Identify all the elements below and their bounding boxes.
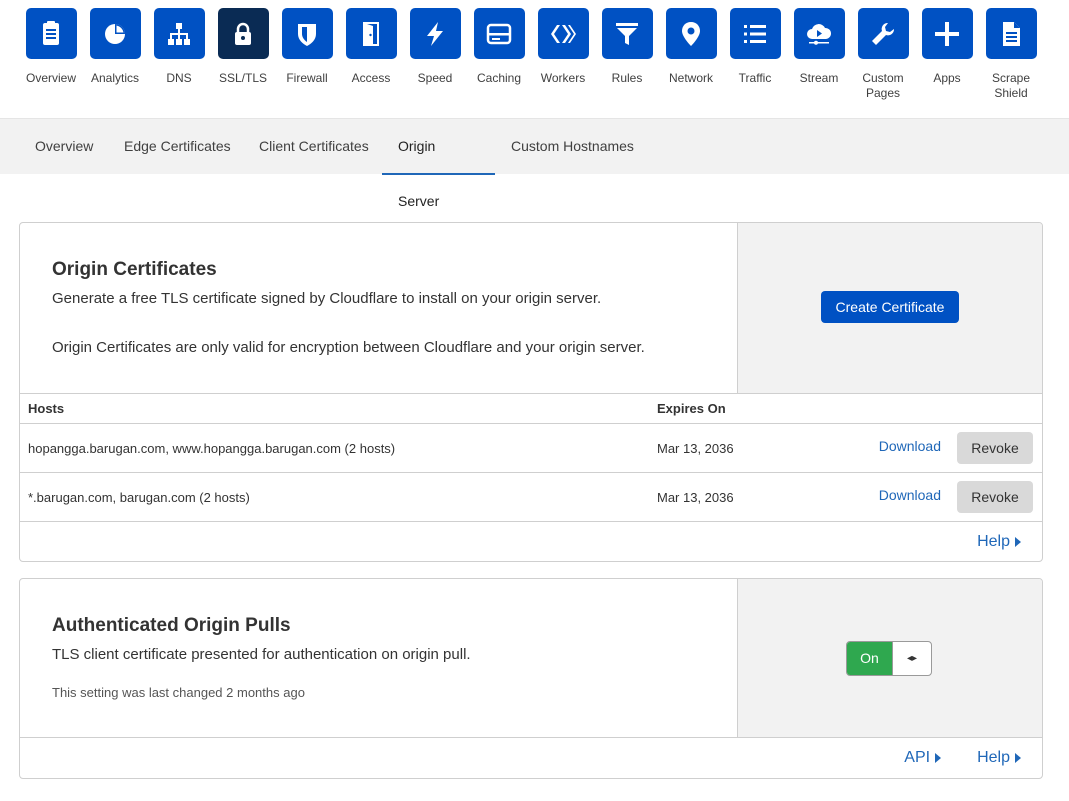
lock-icon (235, 22, 251, 45)
nav-item-caching[interactable]: Caching (467, 8, 531, 86)
nav-label: Apps (933, 71, 961, 85)
help-link[interactable]: Help (977, 749, 1021, 767)
column-header-expires: Expires On (649, 393, 787, 424)
nav-label: Rules (611, 71, 643, 85)
nav-label: Access (351, 71, 391, 85)
certificates-table: Hosts Expires On hopangga.barugan.com, w… (20, 393, 1042, 522)
card-title: Authenticated Origin Pulls (52, 615, 291, 636)
document-icon (1003, 21, 1020, 46)
tab-edge-certificates[interactable]: Edge Certificates (108, 119, 247, 175)
revoke-button[interactable]: Revoke (957, 481, 1033, 513)
authenticated-origin-pulls-toggle[interactable]: On ◂▸ (846, 640, 932, 676)
map-pin-icon (682, 21, 700, 46)
nav-item-analytics[interactable]: Analytics (83, 8, 147, 86)
download-link[interactable]: Download (879, 438, 941, 454)
caret-right-icon (935, 753, 942, 763)
nav-icon-box (25, 8, 77, 59)
card-footer: API Help (20, 738, 1042, 778)
nav-label: Stream (799, 71, 839, 85)
help-label: Help (977, 533, 1010, 550)
nav-item-custom-pages[interactable]: Custom Pages (851, 8, 915, 101)
nav-label: Network (668, 71, 713, 85)
nav-item-network[interactable]: Network (659, 8, 723, 86)
cert-expires: Mar 13, 2036 (649, 423, 787, 473)
last-changed-note: This setting was last changed 2 months a… (52, 685, 305, 700)
shield-icon (298, 23, 316, 46)
table-row: *.barugan.com, barugan.com (2 hosts) Mar… (20, 472, 1042, 522)
caret-right-icon (1015, 753, 1021, 763)
nav-item-workers[interactable]: Workers (531, 8, 595, 86)
cert-hosts: hopangga.barugan.com, www.hopangga.barug… (20, 423, 649, 473)
pie-chart-icon (105, 23, 125, 44)
nav-item-ssl-tls[interactable]: SSL/TLS (211, 8, 275, 86)
wrench-icon (872, 22, 895, 45)
nav-label: SSL/TLS (218, 71, 268, 85)
download-link[interactable]: Download (879, 487, 941, 503)
nav-label: DNS (166, 71, 192, 85)
product-nav: Overview Analytics DNS SSL/TLS Firewall … (0, 0, 1069, 118)
door-icon (363, 21, 379, 46)
nav-label: Scrape Shield (991, 71, 1031, 100)
filter-icon (616, 22, 638, 45)
nav-label: Custom Pages (862, 71, 904, 100)
cloud-play-icon (807, 23, 832, 45)
help-label: Help (977, 749, 1010, 766)
nav-label: Firewall (286, 71, 328, 85)
nav-item-rules[interactable]: Rules (595, 8, 659, 86)
revoke-button[interactable]: Revoke (957, 432, 1033, 464)
column-header-hosts: Hosts (20, 393, 649, 424)
help-link[interactable]: Help (977, 533, 1021, 551)
nav-item-dns[interactable]: DNS (147, 8, 211, 86)
card-action-panel: Create Certificate (737, 223, 1042, 393)
card-description-note: Origin Certificates are only valid for e… (52, 339, 645, 356)
card-action-panel: On ◂▸ (737, 579, 1042, 737)
plus-icon (935, 21, 959, 46)
table-row: hopangga.barugan.com, www.hopangga.barug… (20, 423, 1042, 473)
nav-label: Caching (476, 71, 522, 85)
nav-label: Traffic (738, 71, 772, 85)
tab-overview[interactable]: Overview (19, 119, 109, 175)
nav-label: Overview (25, 71, 76, 85)
nav-item-scrape-shield[interactable]: Scrape Shield (979, 8, 1043, 101)
tab-client-certificates[interactable]: Client Certificates (243, 119, 385, 175)
authenticated-origin-pulls-card: Authenticated Origin Pulls TLS client ce… (19, 578, 1043, 779)
workers-icon (551, 24, 576, 43)
nav-item-access[interactable]: Access (339, 8, 403, 86)
nav-item-overview[interactable]: Overview (19, 8, 83, 86)
ssl-subtabs: Overview Edge Certificates Client Certif… (0, 118, 1069, 209)
nav-item-stream[interactable]: Stream (787, 8, 851, 86)
server-drive-icon (486, 23, 512, 44)
clipboard-icon (43, 20, 59, 45)
card-description: TLS client certificate presented for aut… (52, 646, 471, 663)
card-description: Generate a free TLS certificate signed b… (52, 290, 602, 307)
lightning-icon (427, 21, 443, 46)
api-label: API (904, 749, 931, 766)
nav-item-firewall[interactable]: Firewall (275, 8, 339, 86)
nav-item-traffic[interactable]: Traffic (723, 8, 787, 86)
list-icon (744, 24, 766, 43)
nav-label: Speed (417, 71, 453, 85)
network-tree-icon (168, 22, 190, 45)
toggle-handle-arrows-icon: ◂▸ (892, 641, 931, 675)
nav-label: Analytics (90, 71, 140, 85)
nav-label: Workers (540, 71, 586, 85)
toggle-on-label: On (847, 641, 892, 675)
nav-item-apps[interactable]: Apps (915, 8, 979, 86)
tab-custom-hostnames[interactable]: Custom Hostnames (495, 119, 650, 175)
nav-item-speed[interactable]: Speed (403, 8, 467, 86)
cert-hosts: *.barugan.com, barugan.com (2 hosts) (20, 472, 649, 522)
card-title: Origin Certificates (52, 259, 217, 280)
tab-origin-server[interactable]: Origin Server (382, 119, 495, 209)
create-certificate-button[interactable]: Create Certificate (820, 291, 960, 323)
origin-certificates-card: Origin Certificates Generate a free TLS … (19, 222, 1043, 562)
table-header-row: Hosts Expires On (20, 393, 1042, 424)
caret-right-icon (1015, 537, 1021, 547)
cert-expires: Mar 13, 2036 (649, 472, 787, 522)
api-link[interactable]: API (904, 749, 942, 767)
card-footer: Help (20, 522, 1042, 561)
